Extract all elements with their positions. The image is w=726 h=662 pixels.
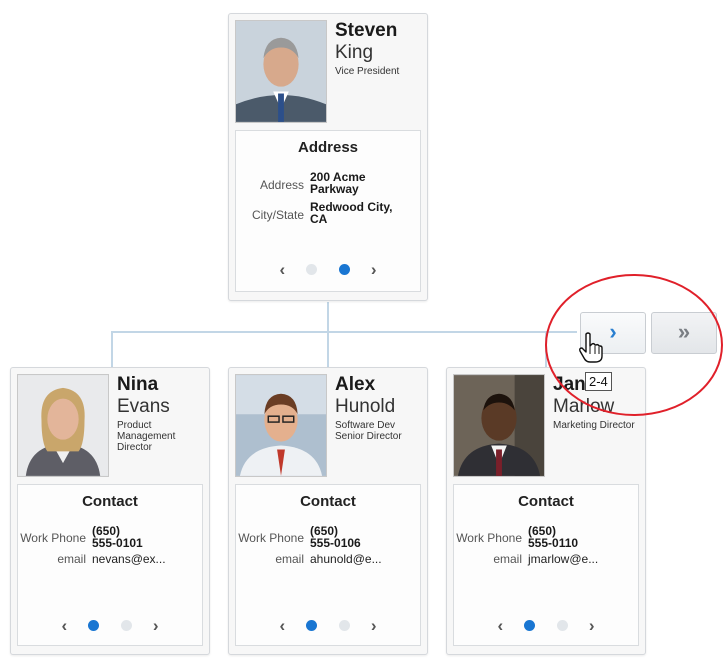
- chevron-right-icon[interactable]: ›: [582, 617, 602, 634]
- page-dot-1[interactable]: [305, 264, 317, 276]
- panel-title: Contact: [300, 493, 356, 510]
- employee-title: Marketing Director: [553, 420, 635, 431]
- field-value: (650) 555-0101: [92, 524, 143, 550]
- org-node-child-1[interactable]: Nina Evans Product Management Director C…: [10, 367, 210, 655]
- field-label: Work Phone: [238, 531, 304, 545]
- chevron-right-icon[interactable]: ›: [364, 261, 384, 278]
- connector-child-2: [327, 331, 329, 367]
- field-value: nevans@ex...: [92, 552, 166, 566]
- page-dot-1[interactable]: [87, 620, 99, 632]
- panel-pager: ‹ ›: [18, 617, 202, 634]
- field-value: (650) 555-0106: [310, 524, 361, 550]
- employee-first-name: Steven: [335, 20, 398, 41]
- node-header: Alex Hunold Software Dev Senior Director: [229, 368, 427, 478]
- panel-title: Contact: [518, 493, 574, 510]
- org-node-root[interactable]: Steven King Vice President Address Addre…: [228, 13, 428, 301]
- employee-first-name: Alex: [335, 374, 376, 395]
- employee-last-name: King: [335, 42, 374, 63]
- field-value: jmarlow@e...: [528, 552, 599, 566]
- page-dot-2[interactable]: [557, 620, 569, 632]
- field-value: (650) 555-0110: [528, 524, 579, 550]
- employee-title: Vice President: [335, 66, 400, 77]
- highlight-circle: [545, 274, 723, 416]
- field-label: Work Phone: [456, 531, 522, 545]
- field-value: Redwood City, CA: [310, 200, 393, 226]
- detail-panel: Contact Work Phone (650) 555-0110 email …: [453, 484, 639, 646]
- field-label: Work Phone: [20, 531, 86, 545]
- field-label: City/State: [251, 208, 304, 222]
- node-header: Steven King Vice President: [229, 14, 427, 124]
- page-dot-2[interactable]: [339, 620, 351, 632]
- avatar: [235, 374, 327, 477]
- field-label: email: [493, 552, 522, 566]
- connector-root-down: [327, 302, 329, 332]
- chevron-left-icon[interactable]: ‹: [490, 617, 510, 634]
- panel-title: Contact: [82, 493, 138, 510]
- detail-panel: Address Address 200 Acme Parkway City/St…: [235, 130, 421, 292]
- panel-pager: ‹ ›: [236, 261, 420, 278]
- avatar: [453, 374, 545, 477]
- employee-last-name: Evans: [117, 396, 170, 417]
- chevron-left-icon[interactable]: ‹: [272, 617, 292, 634]
- avatar: [17, 374, 109, 477]
- chevron-left-icon[interactable]: ‹: [272, 261, 292, 278]
- field-value: 200 Acme Parkway: [310, 170, 366, 196]
- connector-horizontal: [111, 331, 577, 333]
- page-dot-1[interactable]: [305, 620, 317, 632]
- field-value: ahunold@e...: [310, 552, 382, 566]
- detail-panel: Contact Work Phone (650) 555-0106 email …: [235, 484, 421, 646]
- employee-title: Software Dev Senior Director: [335, 420, 402, 442]
- employee-title: Product Management Director: [117, 420, 176, 453]
- panel-pager: ‹ ›: [454, 617, 638, 634]
- avatar: [235, 20, 327, 123]
- page-dot-1[interactable]: [523, 620, 535, 632]
- chevron-right-icon[interactable]: ›: [146, 617, 166, 634]
- field-label: email: [275, 552, 304, 566]
- panel-title: Address: [297, 139, 359, 156]
- detail-panel: Contact Work Phone (650) 555-0101 email …: [17, 484, 203, 646]
- field-label: email: [57, 552, 86, 566]
- org-node-child-2[interactable]: Alex Hunold Software Dev Senior Director…: [228, 367, 428, 655]
- employee-first-name: Nina: [117, 374, 159, 395]
- chevron-left-icon[interactable]: ‹: [54, 617, 74, 634]
- page-dot-2[interactable]: [121, 620, 133, 632]
- connector-child-1: [111, 331, 113, 367]
- chevron-right-icon[interactable]: ›: [364, 617, 384, 634]
- panel-pager: ‹ ›: [236, 617, 420, 634]
- page-dot-2[interactable]: [339, 264, 351, 276]
- employee-last-name: Hunold: [335, 396, 396, 417]
- node-header: Nina Evans Product Management Director: [11, 368, 209, 478]
- field-label: Address: [259, 178, 304, 192]
